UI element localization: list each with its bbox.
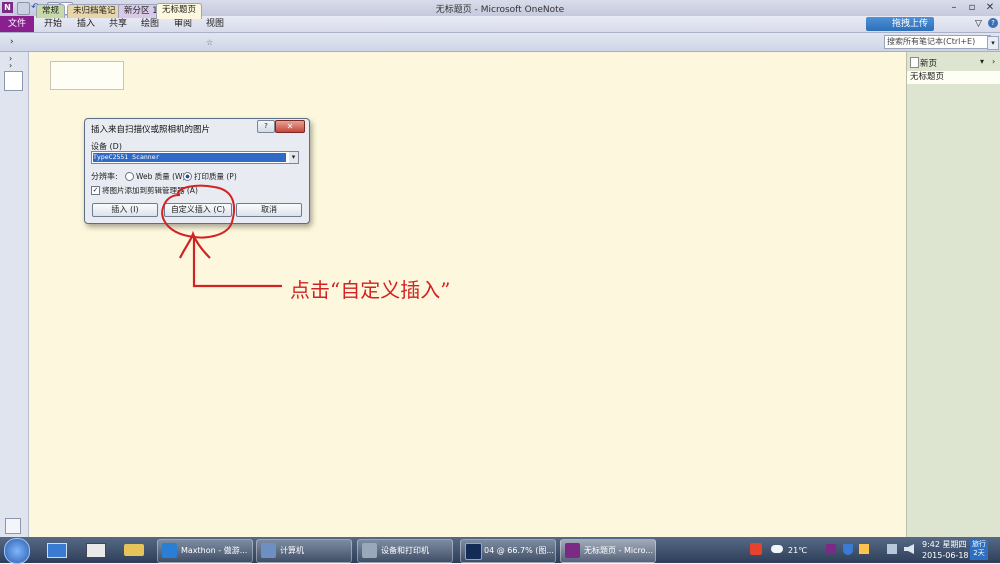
flag-icon[interactable]	[859, 544, 869, 554]
temperature-text: 21℃	[788, 546, 808, 555]
taskbar-label: 设备和打印机	[381, 546, 429, 555]
start-button[interactable]	[4, 538, 30, 564]
onenote-icon	[565, 543, 580, 558]
taskbar-item-maxthon[interactable]: Maxthon - 傲游...	[157, 539, 253, 563]
tray-onenote-icon[interactable]	[826, 544, 836, 554]
taskbar-item-computer[interactable]: 计算机	[256, 539, 352, 563]
taskbar-item-onenote[interactable]: 无标题页 - Micro...	[560, 539, 656, 563]
volume-icon[interactable]	[904, 544, 914, 554]
shield-icon[interactable]	[843, 544, 853, 555]
taskbar-label: 计算机	[280, 546, 304, 555]
weather-icon[interactable]	[771, 545, 783, 553]
taskbar-item-photoshop[interactable]: 04 @ 66.7% (图...	[460, 539, 556, 563]
network-icon[interactable]	[887, 544, 897, 554]
media-icon[interactable]	[86, 543, 106, 558]
taskbar-label: 无标题页 - Micro...	[584, 546, 653, 555]
desktop-icon[interactable]	[47, 543, 67, 558]
maxthon-icon	[162, 543, 177, 558]
printer-icon	[362, 543, 377, 558]
clock-time[interactable]: 9:42 星期四	[922, 539, 967, 550]
travel-badge[interactable]: 旅行 2天	[970, 540, 988, 560]
windows-taskbar: Maxthon - 傲游... 计算机 设备和打印机 04 @ 66.7% (图…	[0, 537, 1000, 564]
sogou-icon[interactable]	[750, 543, 762, 555]
red-annotation-drawing	[161, 184, 282, 288]
taskbar-label: Maxthon - 傲游...	[181, 546, 248, 555]
photoshop-icon	[465, 543, 482, 560]
annotation-text: 点击“自定义插入”	[290, 278, 451, 302]
clock-date[interactable]: 2015-06-18	[922, 551, 969, 560]
folder-icon[interactable]	[124, 544, 144, 556]
taskbar-item-devices[interactable]: 设备和打印机	[357, 539, 453, 563]
annotation-arrow	[179, 230, 282, 288]
taskbar-label: 04 @ 66.7% (图...	[484, 546, 554, 555]
annotation-circle	[161, 184, 235, 239]
computer-icon	[261, 543, 276, 558]
